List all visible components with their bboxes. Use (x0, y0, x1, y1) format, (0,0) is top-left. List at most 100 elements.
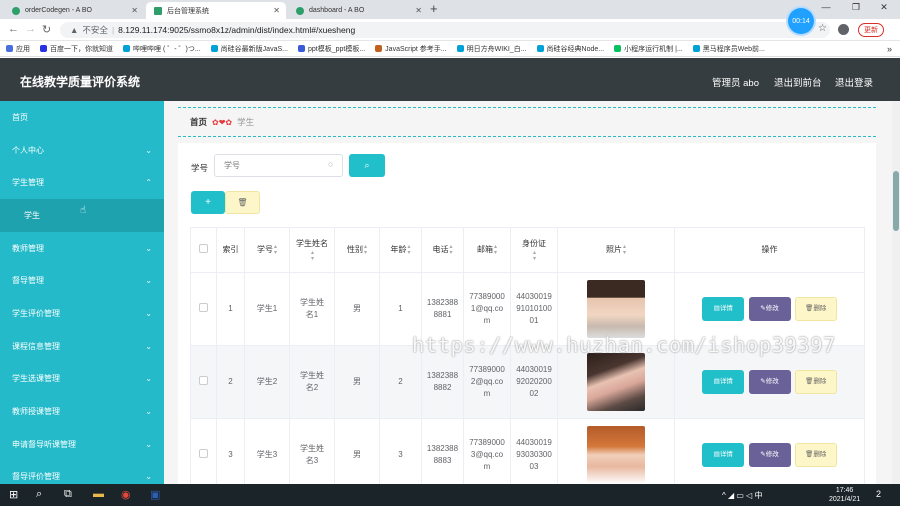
file-explorer-icon[interactable]: ▬ (93, 488, 104, 500)
bookmark-star-icon[interactable]: ☆ (818, 23, 827, 34)
bookmark-item[interactable]: 黑马程序员Web前... (692, 44, 765, 54)
close-tab-icon[interactable]: ✕ (273, 6, 280, 15)
sidebar-item-course-info[interactable]: 课程信息管理 ⌄ (0, 330, 164, 363)
add-button[interactable]: + (191, 191, 225, 214)
clock[interactable]: 17:46 2021/4/21 (829, 486, 860, 504)
header-select-all[interactable] (190, 227, 217, 273)
header-age[interactable]: 年龄▴ ▾ (379, 227, 422, 273)
sidebar-item-teaching[interactable]: 教师授课管理 ⌄ (0, 395, 164, 428)
header-student-id[interactable]: 学号▴ ▾ (244, 227, 290, 273)
search-icon[interactable]: ⌕ (36, 488, 42, 501)
header-student-name[interactable]: 学生姓名 ▴ ▾ (289, 227, 335, 273)
sidebar-item-student-evaluation[interactable]: 学生评价管理 ⌄ (0, 297, 164, 330)
update-button[interactable]: 更新 (858, 23, 884, 37)
edit-button[interactable]: ✎ 修改 (748, 443, 791, 467)
header-email[interactable]: 邮箱▴ ▾ (463, 227, 511, 273)
sidebar-item-teacher-management[interactable]: 教师管理 ⌄ (0, 232, 164, 265)
logout-link[interactable]: 退出登录 (835, 75, 873, 89)
bookmark-item[interactable]: 百度一下，你就知道 (40, 44, 113, 54)
edit-button[interactable]: ✎ 修改 (748, 370, 791, 394)
detail-button[interactable]: ▤ 详情 (702, 443, 745, 467)
exit-to-frontend-link[interactable]: 退出到前台 (774, 75, 822, 89)
bookmark-item[interactable]: JavaScript 参考手... (375, 44, 447, 54)
page-scrollbar[interactable] (892, 101, 900, 484)
sidebar-item-supervision-request[interactable]: 申请督导听课管理 ⌄ (0, 428, 164, 461)
system-tray[interactable]: ^ ◢ ▭ ◁ 中 (722, 490, 763, 501)
timer-badge[interactable]: 00:14 (788, 8, 814, 34)
notification-icon[interactable]: 2 (876, 489, 881, 499)
new-tab-button[interactable]: + (430, 1, 438, 16)
delete-button[interactable]: 🗑 删除 (794, 443, 837, 467)
row-checkbox[interactable] (199, 448, 208, 458)
row-checkbox[interactable] (199, 375, 208, 385)
sort-icon[interactable]: ▴ ▾ (623, 244, 626, 256)
search-icon: ○ (328, 159, 334, 169)
close-tab-icon[interactable]: ✕ (415, 6, 422, 15)
row-checkbox[interactable] (199, 302, 208, 312)
sort-icon[interactable]: ▴ ▾ (364, 244, 367, 256)
table-row: 3 学生3 学生姓名3 男 3 13823888883 773890003@qq… (190, 418, 865, 484)
checkbox[interactable] (199, 243, 208, 253)
bookmark-item[interactable]: 明日方舟WIKI_白... (456, 44, 527, 54)
chrome-icon[interactable]: ◉ (121, 488, 131, 501)
main-content: 首页 ✿❤✿ 学生 学号 ○ ⌕ + 🗑 索引 学号▴▾ 学生姓名▴▾ (164, 101, 900, 484)
minimize-icon[interactable]: — (812, 2, 840, 12)
sidebar-item-home[interactable]: 首页 (0, 101, 164, 134)
back-icon[interactable]: ← (8, 23, 19, 35)
detail-button[interactable]: ▤ 详情 (702, 297, 745, 321)
cell-actions: ▤ 详情 ✎ 修改 🗑 删除 (674, 345, 865, 419)
header-phone[interactable]: 电话▴ ▾ (421, 227, 464, 273)
delete-button[interactable]: 🗑 删除 (794, 370, 837, 394)
restore-icon[interactable]: ❐ (842, 2, 870, 13)
windows-start-icon[interactable]: ⊞ (9, 488, 18, 501)
bookmark-item[interactable]: 小程序运行机制 |... (614, 44, 683, 54)
bookmark-item[interactable]: 尚硅谷最新版JavaS... (210, 44, 288, 54)
bookmark-item[interactable]: ppt模板_ppt模板... (297, 44, 365, 54)
more-bookmarks-icon[interactable]: » (887, 44, 892, 54)
cell-actions: ▤ 详情 ✎ 修改 🗑 删除 (674, 272, 865, 346)
bookmark-item[interactable]: 哔哩哔哩 ( ゜- ゜)つ... (123, 44, 201, 54)
detail-button[interactable]: ▤ 详情 (702, 370, 745, 394)
sidebar-item-personal-center[interactable]: 个人中心 ⌄ (0, 134, 164, 167)
sort-icon[interactable]: ▴ ▾ (533, 250, 536, 262)
sidebar-item-student-management[interactable]: 学生管理 ⌃ (0, 166, 164, 199)
edit-button[interactable]: ✎ 修改 (748, 297, 791, 321)
sidebar: 首页 个人中心 ⌄ 学生管理 ⌃ 学生 ☝ 教师管理 ⌄ 督导管理 ⌄ 学生评价管理 ⌄ 课… (0, 101, 164, 484)
forward-icon[interactable]: → (25, 23, 36, 35)
sidebar-item-student[interactable]: 学生 ☝ (0, 199, 164, 232)
browser-tab[interactable]: orderCodegen - A BO ✕ (4, 2, 144, 19)
trash-icon: 🗑 (237, 198, 248, 207)
reload-icon[interactable]: ↻ (42, 23, 51, 36)
sidebar-item-course-selection[interactable]: 学生选课管理 ⌄ (0, 363, 164, 396)
word-icon[interactable]: ▣ (150, 488, 160, 501)
bookmark-item[interactable]: 应用 (6, 44, 30, 54)
close-tab-icon[interactable]: ✕ (131, 6, 138, 15)
sort-icon[interactable]: ▴ ▾ (494, 244, 497, 256)
search-input[interactable] (214, 154, 343, 177)
search-button[interactable]: ⌕ (349, 154, 385, 177)
profile-avatar-icon[interactable] (838, 24, 849, 35)
browser-tab-active[interactable]: 后台管理系统 ✕ (146, 2, 286, 19)
browser-tab[interactable]: dashboard - A BO ✕ (288, 2, 428, 19)
header-idcard[interactable]: 身份证 ▴ ▾ (510, 227, 558, 273)
sidebar-item-supervisor-management[interactable]: 督导管理 ⌄ (0, 264, 164, 297)
bookmark-item[interactable]: 尚硅谷经典Node... (536, 44, 604, 54)
sort-icon[interactable]: ▴ ▾ (311, 250, 314, 262)
cell-age: 3 (379, 418, 422, 484)
scrollbar-thumb[interactable] (893, 171, 899, 231)
window-close-icon[interactable]: ✕ (870, 2, 898, 13)
task-view-icon[interactable]: ⧉ (64, 488, 72, 501)
sort-icon[interactable]: ▴ ▾ (407, 244, 410, 256)
sort-icon[interactable]: ▴ ▾ (449, 244, 452, 256)
clock-date: 2021/4/21 (829, 496, 861, 503)
header-gender[interactable]: 性别▴ ▾ (334, 227, 380, 273)
wechat-icon (614, 45, 622, 52)
breadcrumb-home[interactable]: 首页 (190, 116, 207, 128)
sidebar-item-supervisor-evaluation[interactable]: 督导评价管理 ⌄ (0, 461, 164, 484)
breadcrumb-current: 学生 (237, 117, 255, 127)
header-photo[interactable]: 照片▴ ▾ (557, 227, 675, 273)
sort-icon[interactable]: ▴ ▾ (274, 244, 277, 256)
delete-button[interactable]: 🗑 删除 (794, 297, 837, 321)
batch-delete-button[interactable]: 🗑 (225, 191, 260, 214)
url-field[interactable]: ▲ 不安全 | 8.129.11.174:9025/ssmo8x1z/admin… (60, 22, 830, 38)
